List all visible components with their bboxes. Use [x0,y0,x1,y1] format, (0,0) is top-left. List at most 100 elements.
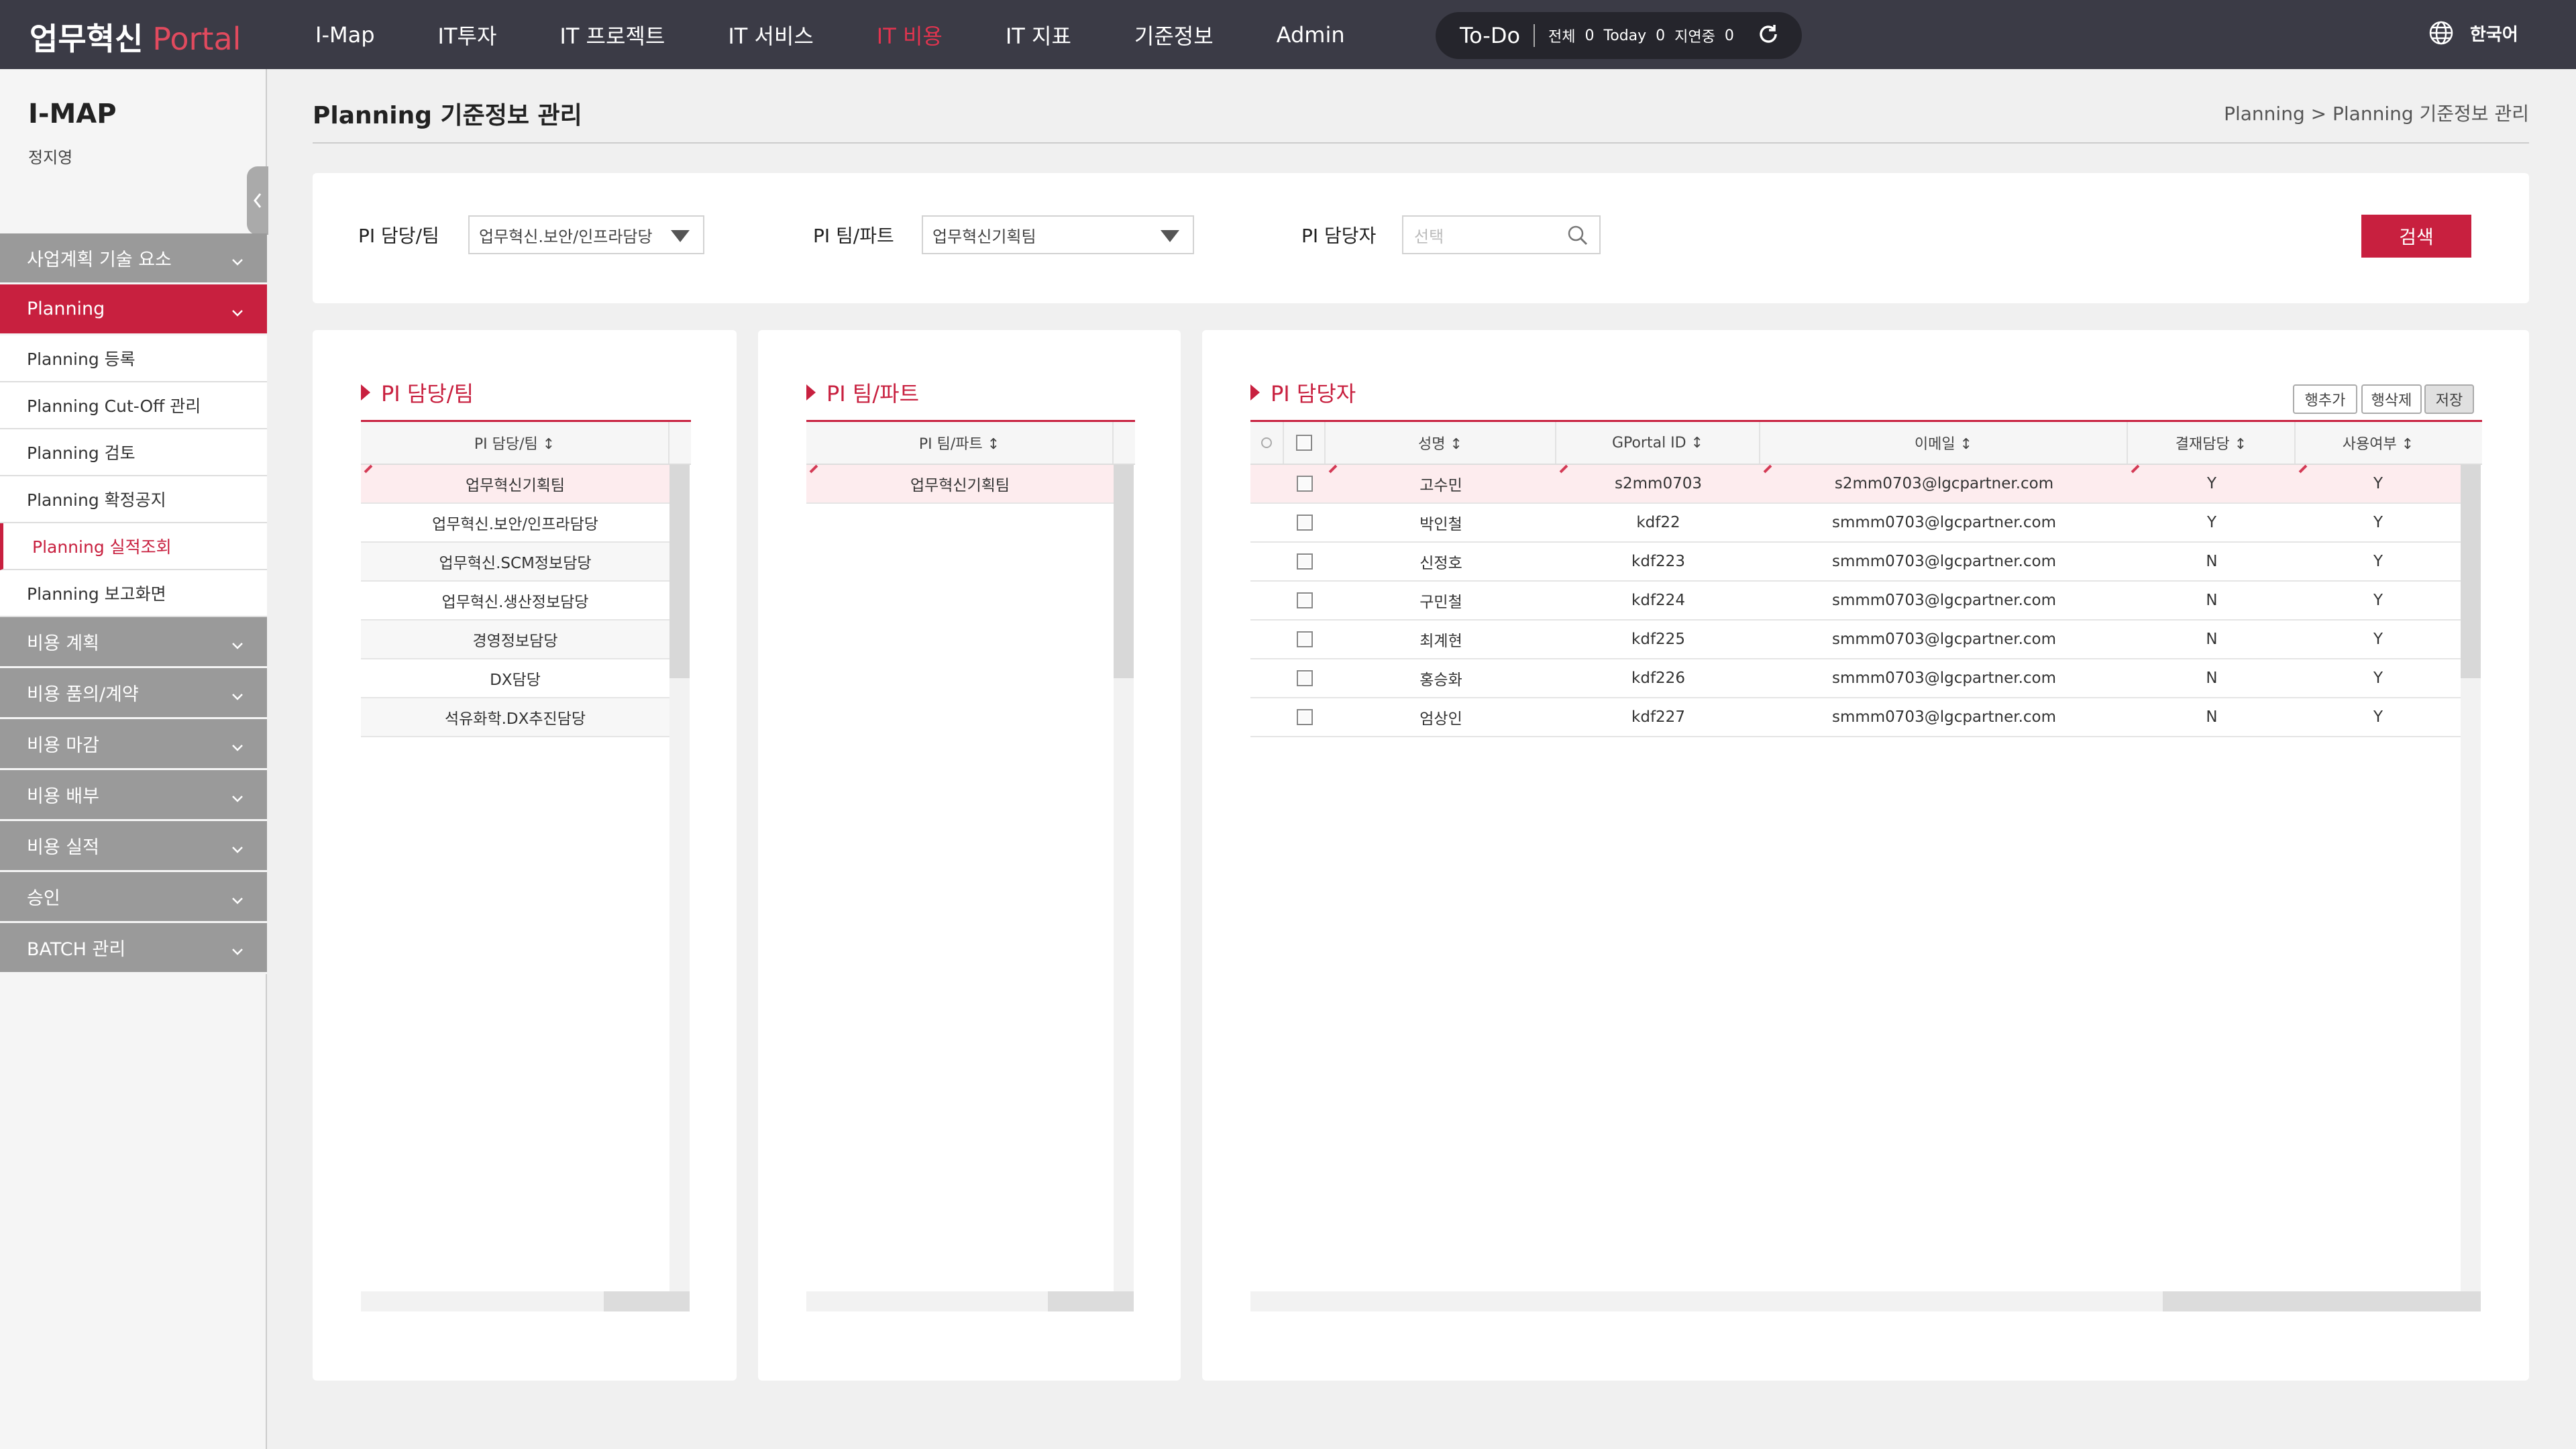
team-vertical-scrollbar[interactable] [669,465,690,1291]
email-cell: smmm0703@lgcpartner.com [1831,669,2057,687]
sidebar-item[interactable]: Planning 확정공지 [0,476,267,523]
row-checkbox[interactable] [1297,592,1313,608]
row-checkbox[interactable] [1297,709,1313,725]
manager-horizontal-scrollbar[interactable] [1250,1291,2481,1311]
approver-column-header[interactable]: 결재담당 ↕ [2128,422,2296,464]
table-row[interactable]: 경영정보담당 [361,621,669,659]
sidebar-item[interactable]: Planning 보고화면 [0,570,267,617]
menu-item[interactable]: I-Map [315,22,375,48]
chevron-down-icon [231,686,244,706]
menu-item[interactable]: IT 프로젝트 [559,19,665,50]
team-column-header[interactable]: PI 담당/팀 ↕ [361,422,669,464]
use-column-header[interactable]: 사용여부 ↕ [2296,422,2461,464]
manager-panel-title: PI 담당자 [1250,377,1356,408]
team-cell: 업무혁신.생산정보담당 [441,594,589,611]
table-row[interactable]: 최계현 kdf225 smmm0703@lgcpartner.com N Y [1250,621,2461,659]
sidebar-group[interactable]: 비용 마감 [0,719,267,770]
email-column-header[interactable]: 이메일 ↕ [1760,422,2128,464]
manager-grid-header: 성명 ↕ GPortal ID ↕ 이메일 ↕ 결재담당 ↕ 사용여부 ↕ [1250,422,2482,465]
dropdown-arrow-icon [1161,230,1179,242]
row-checkbox[interactable] [1297,631,1313,647]
approver-cell: Y [2206,514,2217,531]
table-row[interactable]: 업무혁신.보안/인프라담당 [361,504,669,543]
add-row-button[interactable]: 행추가 [2293,384,2357,414]
save-button[interactable]: 저장 [2424,384,2474,414]
part-select[interactable]: 업무혁신기획팀 [922,215,1194,254]
sidebar-collapse-button[interactable] [247,166,268,235]
menu-item[interactable]: IT 지표 [1006,19,1071,50]
use-cell: Y [2373,708,2383,726]
table-row[interactable]: 엄상인 kdf227 smmm0703@lgcpartner.com N Y [1250,698,2461,737]
sidebar-item[interactable]: Planning 실적조회 [0,523,267,570]
row-checkbox[interactable] [1297,553,1313,570]
table-row[interactable]: 업무혁신기획팀 [806,464,1114,504]
menu-item[interactable]: Admin [1277,22,1345,48]
team-horizontal-scroll-thumb[interactable] [604,1291,690,1311]
sidebar-item[interactable]: Planning 등록 [0,335,267,382]
table-row[interactable]: 구민철 kdf224 smmm0703@lgcpartner.com N Y [1250,582,2461,621]
sidebar-group[interactable]: 비용 품의/계약 [0,668,267,719]
delete-row-button[interactable]: 행삭제 [2361,384,2422,414]
table-row[interactable]: 석유화학.DX추진담당 [361,698,669,737]
gportal-cell: kdf226 [1631,669,1685,687]
refresh-icon[interactable] [1757,23,1780,48]
menu-item[interactable]: IT투자 [438,19,497,50]
part-vertical-scroll-thumb[interactable] [1114,465,1134,678]
team-horizontal-scrollbar[interactable] [361,1291,690,1311]
email-cell: smmm0703@lgcpartner.com [1831,553,2057,570]
menu-item[interactable]: 기준정보 [1134,19,1214,50]
sidebar-group[interactable]: 사업계획 기술 요소 [0,233,267,284]
breadcrumb-item[interactable]: Planning 기준정보 관리 [2332,103,2529,125]
menu-item[interactable]: IT 비용 [877,19,943,50]
email-cell: smmm0703@lgcpartner.com [1831,592,2057,609]
sidebar-item[interactable]: Planning 검토 [0,429,267,476]
table-row[interactable]: 박인철 kdf22 smmm0703@lgcpartner.com Y Y [1250,504,2461,543]
team-select[interactable]: 업무혁신.보안/인프라담당 [468,215,704,254]
table-row[interactable]: 신정호 kdf223 smmm0703@lgcpartner.com N Y [1250,543,2461,582]
part-column-header[interactable]: PI 팀/파트 ↕ [806,422,1114,464]
manager-panel-title-text: PI 담당자 [1271,381,1356,407]
part-horizontal-scroll-thumb[interactable] [1048,1291,1134,1311]
todo-widget[interactable]: To-Do 전체 0 Today 0 지연중 0 [1436,12,1802,59]
sidebar-item[interactable]: Planning Cut-Off 관리 [0,382,267,429]
menu-item[interactable]: IT 서비스 [728,19,813,50]
sidebar-group[interactable]: 비용 배부 [0,770,267,821]
sidebar-group[interactable]: 비용 실적 [0,821,267,872]
approver-cell: N [2206,631,2218,648]
sidebar-group[interactable]: 승인 [0,872,267,923]
part-horizontal-scrollbar[interactable] [806,1291,1134,1311]
row-checkbox[interactable] [1297,670,1313,686]
team-cell: 석유화학.DX추진담당 [444,710,586,728]
manager-horizontal-scroll-thumb[interactable] [2163,1291,2481,1311]
search-icon[interactable] [1566,223,1590,252]
table-row[interactable]: 고수민 s2mm0703 s2mm0703@lgcpartner.com Y Y [1250,464,2461,504]
row-checkbox[interactable] [1297,476,1313,492]
select-all-checkbox[interactable] [1296,435,1312,451]
radio-cell [1250,504,1284,541]
manager-input[interactable]: 선택 [1402,215,1601,254]
globe-icon [2429,21,2453,45]
gportal-column-header[interactable]: GPortal ID ↕ [1556,422,1760,464]
table-row[interactable]: 업무혁신.생산정보담당 [361,582,669,621]
manager-vertical-scrollbar[interactable] [2461,465,2481,1291]
language-selector[interactable]: 한국어 [2428,20,2518,46]
sidebar-group[interactable]: 비용 계획 [0,617,267,668]
row-checkbox[interactable] [1297,515,1313,531]
manager-vertical-scroll-thumb[interactable] [2461,465,2481,678]
portal-logo[interactable]: 업무혁신 Portal [30,15,241,59]
search-button[interactable]: 검색 [2361,215,2471,258]
table-row[interactable]: 홍승화 kdf226 smmm0703@lgcpartner.com N Y [1250,659,2461,698]
sidebar-group[interactable]: Planning [0,284,267,335]
name-column-header[interactable]: 성명 ↕ [1326,422,1556,464]
team-cell: 업무혁신.보안/인프라담당 [432,516,598,533]
sidebar-group-label: 비용 마감 [27,735,99,756]
table-row[interactable]: 업무혁신.SCM정보담당 [361,543,669,582]
table-row[interactable]: DX담당 [361,659,669,698]
team-vertical-scroll-thumb[interactable] [669,465,690,678]
team-panel-title: PI 담당/팀 [361,377,474,408]
table-row[interactable]: 업무혁신기획팀 [361,464,669,504]
breadcrumb-item[interactable]: Planning [2224,103,2305,125]
checkbox-cell [1284,621,1326,658]
sidebar-group[interactable]: BATCH 관리 [0,923,267,974]
part-vertical-scrollbar[interactable] [1114,465,1134,1291]
